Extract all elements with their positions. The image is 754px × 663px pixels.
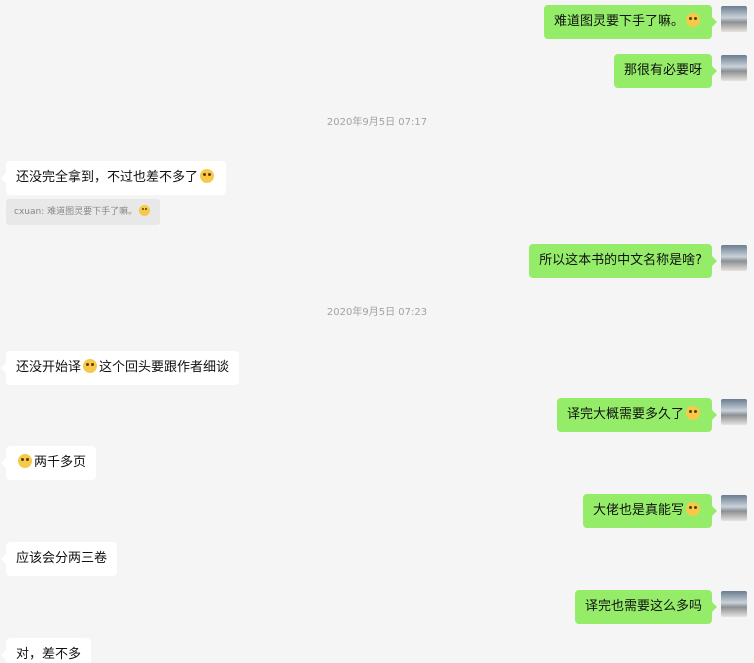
message-text: 译完大概需要多久了 <box>566 407 684 422</box>
message-bubble-sent[interactable]: 译完大概需要多久了 <box>556 398 718 432</box>
message-text: 难道图灵要下手了嘛。 <box>553 14 684 29</box>
message-bubble-received[interactable]: 还没完全拿到，不过也差不多了 <box>0 161 227 195</box>
my-avatar[interactable] <box>721 55 747 81</box>
message-bubble-sent[interactable]: 所以这本书的中文名称是啥? <box>529 244 717 278</box>
message-text: 应该会分两三卷 <box>16 551 108 566</box>
my-avatar[interactable] <box>721 591 747 617</box>
message-text: 对，差不多 <box>16 647 82 662</box>
message-text: 所以这本书的中文名称是啥? <box>539 253 702 268</box>
timestamp: 2020年9月5日 07:23 <box>326 307 428 318</box>
sweat-emoji-icon <box>18 454 32 468</box>
my-avatar[interactable] <box>721 245 747 271</box>
message-text: 那很有必要呀 <box>623 63 702 78</box>
timestamp: 2020年9月5日 07:17 <box>326 117 428 128</box>
my-avatar[interactable] <box>721 399 747 425</box>
message-bubble-received[interactable]: 应该会分两三卷 <box>0 542 118 576</box>
message-text: 译完也需要这么多吗 <box>584 599 702 614</box>
message-bubble-sent[interactable]: 译完也需要这么多吗 <box>574 590 718 624</box>
quote-text: 难道图灵要下手了嘛。 <box>47 207 138 217</box>
message-bubble-sent[interactable]: 那很有必要呀 <box>613 54 718 88</box>
my-avatar[interactable] <box>721 6 747 32</box>
message-text: 还没开始译 <box>16 360 82 375</box>
my-avatar[interactable] <box>721 495 747 521</box>
surprised-emoji-icon <box>686 502 700 516</box>
quoted-message[interactable]: cxuan: 难道图灵要下手了嘛。 <box>6 199 161 225</box>
message-bubble-sent[interactable]: 大佬也是真能写 <box>582 494 718 528</box>
cat-emoji-icon <box>686 406 700 420</box>
message-text: 两千多页 <box>34 455 87 470</box>
chat-window[interactable]: 难道图灵要下手了嘛。 那很有必要呀 2020年9月5日 07:17 还没完全拿到… <box>0 0 754 663</box>
smile-emoji-icon <box>139 205 151 216</box>
message-bubble-sent[interactable]: 难道图灵要下手了嘛。 <box>543 5 718 39</box>
grin-emoji-icon <box>200 169 215 183</box>
message-bubble-received[interactable]: 还没开始译 这个回头要跟作者细谈 <box>0 351 240 385</box>
facepalm-emoji-icon <box>83 359 98 373</box>
message-text: 这个回头要跟作者细谈 <box>99 360 230 375</box>
message-text: 大佬也是真能写 <box>592 503 684 518</box>
quote-author: cxuan: <box>14 207 45 217</box>
message-bubble-received[interactable]: 两千多页 <box>0 446 97 480</box>
message-bubble-received[interactable]: 对，差不多 <box>0 638 92 663</box>
smile-emoji-icon <box>686 13 700 27</box>
message-text: 还没完全拿到，不过也差不多了 <box>16 170 199 185</box>
